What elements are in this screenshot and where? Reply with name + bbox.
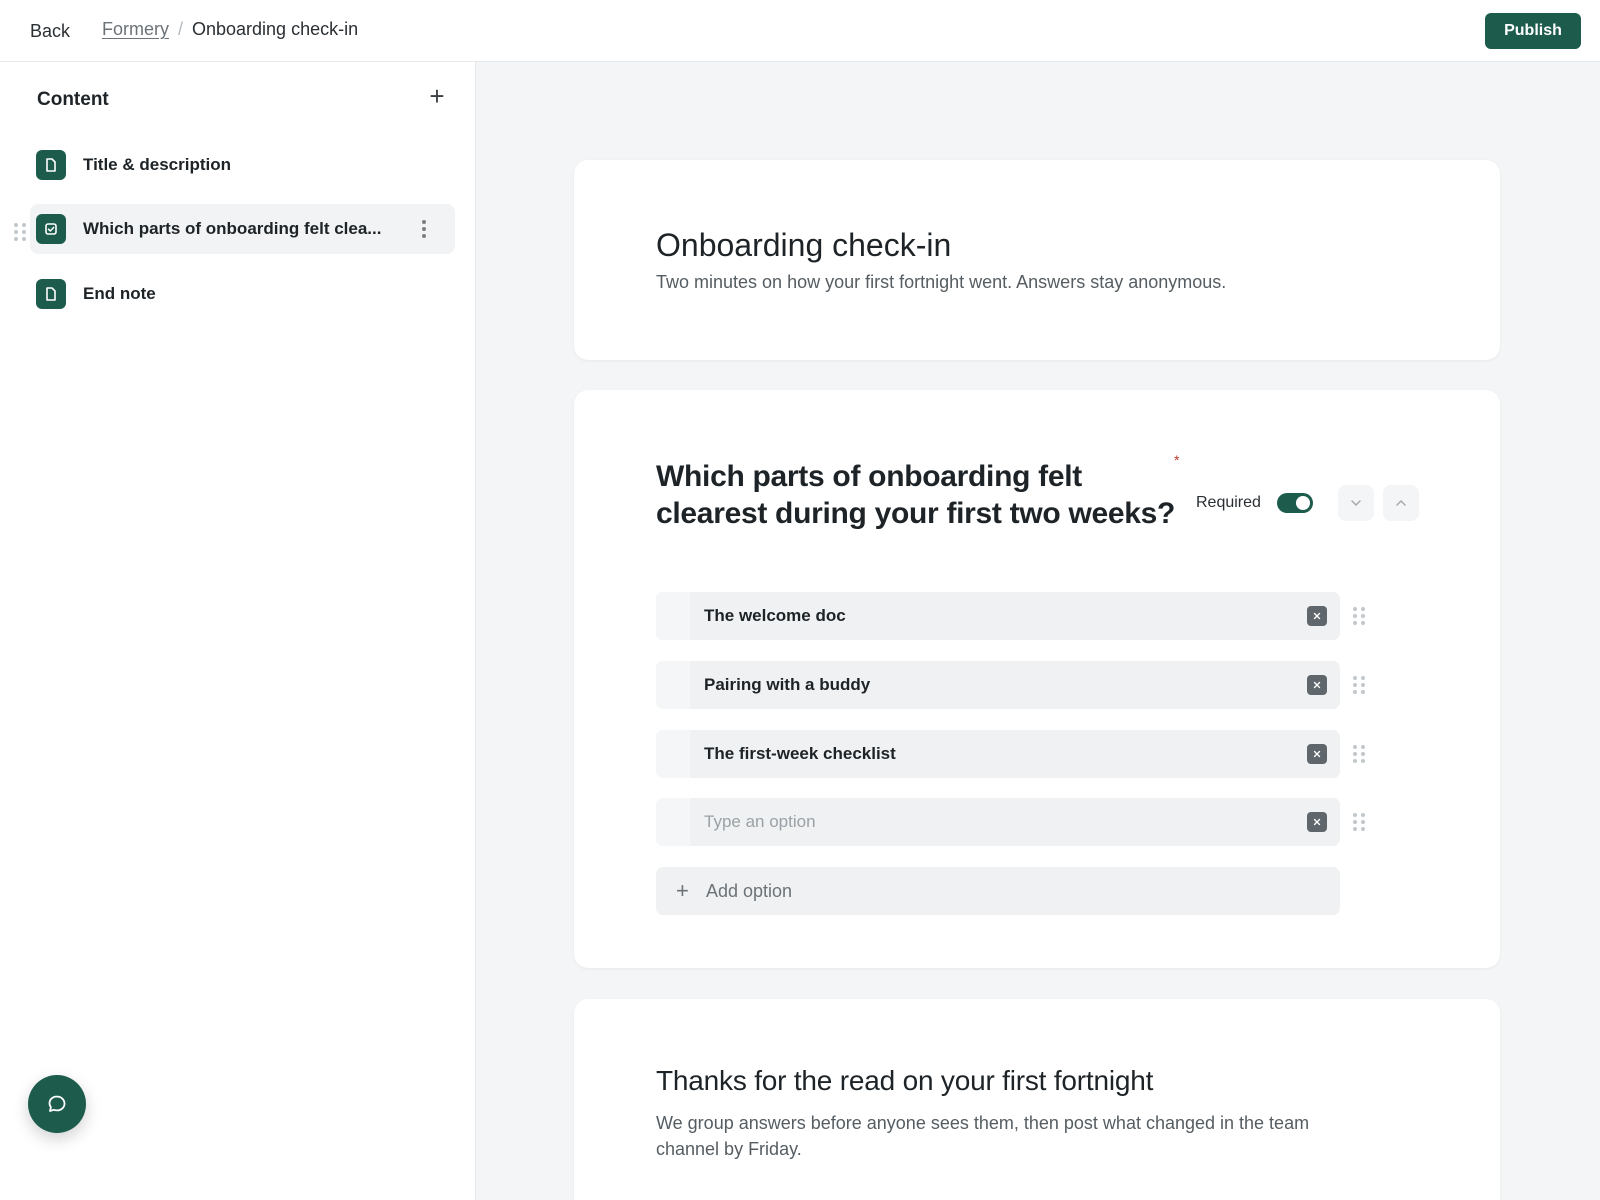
- add-option-label: Add option: [706, 881, 793, 901]
- form-description[interactable]: Two minutes on how your first fortnight …: [656, 272, 1226, 293]
- option-label[interactable]: The welcome doc: [704, 606, 846, 626]
- option-label[interactable]: Pairing with a buddy: [704, 675, 870, 695]
- back-button[interactable]: Back: [30, 21, 70, 42]
- add-option-button[interactable]: + Add option: [656, 867, 1340, 915]
- publish-button[interactable]: Publish: [1485, 13, 1581, 49]
- form-title[interactable]: Onboarding check-in: [656, 227, 951, 264]
- top-bar: Back Formery / Onboarding check-in Publi…: [0, 0, 1600, 62]
- document-icon: [36, 150, 66, 180]
- question-title[interactable]: Which parts of onboarding felt clearest …: [656, 458, 1176, 532]
- sidebar-item-label: End note: [83, 284, 156, 303]
- end-note-description[interactable]: We group answers before anyone sees them…: [656, 1110, 1376, 1162]
- sidebar-item-title-description[interactable]: Title & description: [30, 140, 455, 190]
- question-card[interactable]: Which parts of onboarding felt clearest …: [574, 390, 1500, 968]
- drag-handle-icon[interactable]: [14, 223, 26, 241]
- drag-handle-icon[interactable]: [1353, 607, 1365, 625]
- drag-handle-icon[interactable]: [1353, 676, 1365, 694]
- add-content-button[interactable]: +: [424, 83, 450, 110]
- remove-option-icon[interactable]: [1307, 744, 1327, 764]
- option-checkbox-area: [656, 730, 690, 778]
- chat-bubble-icon: [48, 1095, 66, 1112]
- new-option-row[interactable]: [656, 798, 1340, 846]
- remove-option-icon[interactable]: [1307, 675, 1327, 695]
- required-label: Required: [1196, 494, 1261, 511]
- more-options-icon[interactable]: [416, 215, 432, 243]
- move-down-button[interactable]: [1338, 485, 1374, 521]
- breadcrumb-separator: /: [178, 19, 184, 39]
- drag-handle-icon[interactable]: [1353, 745, 1365, 763]
- option-row[interactable]: The first-week checklist: [656, 730, 1340, 778]
- document-icon: [36, 279, 66, 309]
- option-checkbox-area: [656, 661, 690, 709]
- chevron-up-icon: [1396, 500, 1406, 506]
- option-label[interactable]: The first-week checklist: [704, 744, 896, 764]
- end-note-title[interactable]: Thanks for the read on your first fortni…: [656, 1065, 1153, 1097]
- required-marker: *: [1174, 452, 1180, 468]
- chevron-down-icon: [1351, 500, 1361, 506]
- remove-option-icon[interactable]: [1307, 812, 1327, 832]
- required-toggle[interactable]: [1277, 493, 1313, 513]
- content-sidebar: Content + Title & description Which part…: [0, 62, 476, 1200]
- breadcrumb-current: Onboarding check-in: [192, 19, 359, 39]
- sidebar-item-label: Title & description: [83, 155, 231, 174]
- intro-card[interactable]: Onboarding check-in Two minutes on how y…: [574, 160, 1500, 360]
- sidebar-item-label: Which parts of onboarding felt clea...: [83, 219, 382, 238]
- option-checkbox-area: [656, 592, 690, 640]
- breadcrumb-root-link[interactable]: Formery: [102, 19, 169, 40]
- chat-button[interactable]: [28, 1075, 86, 1133]
- option-checkbox-area: [656, 798, 690, 846]
- sidebar-item-question[interactable]: Which parts of onboarding felt clea...: [30, 204, 455, 254]
- option-row[interactable]: Pairing with a buddy: [656, 661, 1340, 709]
- drag-handle-icon[interactable]: [1353, 813, 1365, 831]
- end-note-card[interactable]: Thanks for the read on your first fortni…: [574, 999, 1500, 1200]
- option-row[interactable]: The welcome doc: [656, 592, 1340, 640]
- checkbox-icon: [36, 214, 66, 244]
- remove-option-icon[interactable]: [1307, 606, 1327, 626]
- content-heading: Content: [37, 89, 109, 110]
- plus-icon: +: [676, 878, 689, 903]
- new-option-input[interactable]: [704, 808, 1264, 836]
- toggle-knob: [1296, 496, 1310, 510]
- move-up-button[interactable]: [1383, 485, 1419, 521]
- sidebar-item-end-note[interactable]: End note: [30, 269, 455, 319]
